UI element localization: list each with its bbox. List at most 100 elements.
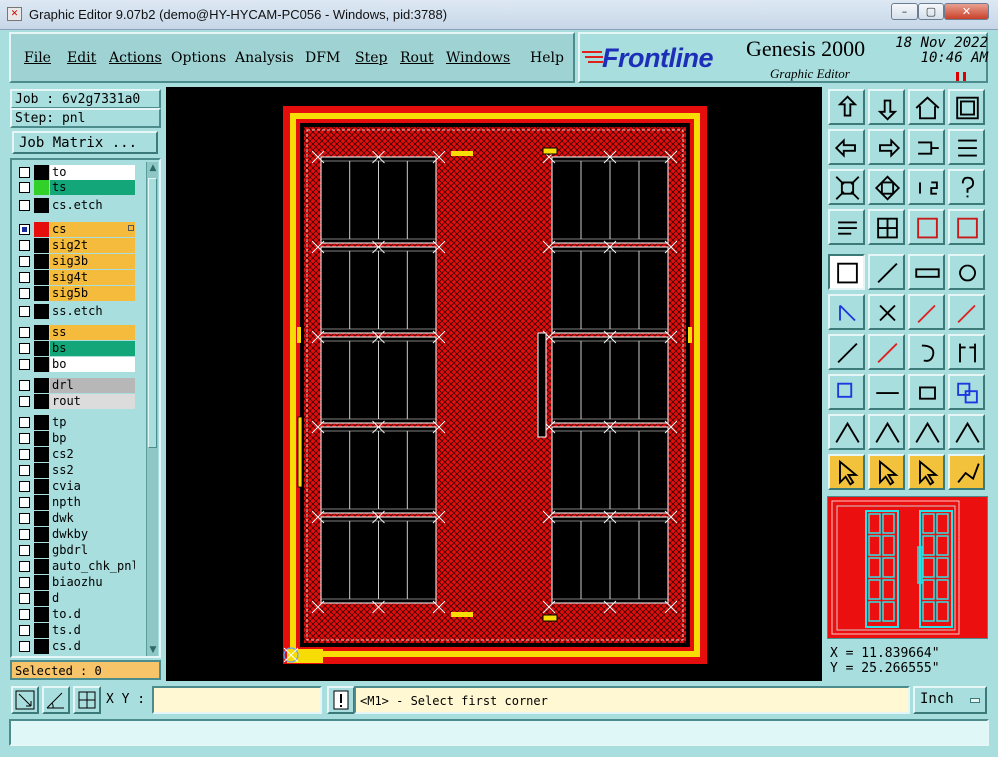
layer-display-checkbox[interactable] (19, 625, 30, 636)
measure-mode-button[interactable] (42, 686, 70, 714)
scroll-up-icon[interactable]: ▲ (147, 162, 159, 174)
layer-display-checkbox[interactable] (19, 449, 30, 460)
menu-rout[interactable]: Rout (400, 50, 434, 66)
menu-file[interactable]: File (24, 50, 51, 66)
layer-color-swatch[interactable] (34, 415, 49, 430)
layer-color-swatch[interactable] (34, 495, 49, 510)
layer-name[interactable]: cs.d (50, 639, 135, 654)
layer-row[interactable]: npth (16, 495, 135, 510)
layer-row[interactable]: drl (16, 378, 135, 393)
tool-pointer-pad-button[interactable] (908, 454, 945, 490)
layer-display-checkbox[interactable] (19, 433, 30, 444)
menu-windows[interactable]: Windows (446, 50, 510, 66)
layer-row[interactable]: cvia (16, 479, 135, 494)
layer-display-checkbox[interactable] (19, 167, 30, 178)
layer-display-checkbox[interactable] (19, 343, 30, 354)
layer-color-swatch[interactable] (34, 479, 49, 494)
tool-measure-ruler-button[interactable] (908, 254, 945, 290)
grid-button[interactable] (73, 686, 101, 714)
layer-color-swatch[interactable] (34, 222, 49, 237)
layer-display-checkbox[interactable] (19, 465, 30, 476)
layer-row[interactable]: ts.d (16, 623, 135, 638)
layer-color-swatch[interactable] (34, 286, 49, 301)
layer-name[interactable]: npth (50, 495, 135, 510)
tool-cut-line-button[interactable] (868, 374, 905, 410)
layer-row[interactable]: gbdrl (16, 543, 135, 558)
layer-row[interactable]: cs (16, 222, 135, 237)
scroll-thumb[interactable] (148, 178, 157, 448)
layer-name[interactable]: cs2 (50, 447, 135, 462)
menu-dfm[interactable]: DFM (305, 50, 340, 66)
layer-name[interactable]: drl (50, 378, 135, 393)
tool-blue-blocks-button[interactable] (948, 374, 985, 410)
layer-color-swatch[interactable] (34, 357, 49, 372)
menu-analysis[interactable]: Analysis (235, 50, 294, 66)
layer-color-swatch[interactable] (34, 463, 49, 478)
layer-color-swatch[interactable] (34, 270, 49, 285)
tool-help-button[interactable] (948, 169, 985, 205)
close-button[interactable]: ✕ (944, 3, 989, 20)
layer-name[interactable]: dwkby (50, 527, 135, 542)
layer-name[interactable]: ts (50, 180, 135, 195)
tool-layer-red-2-button[interactable] (948, 209, 985, 245)
scroll-down-icon[interactable]: ▼ (147, 644, 159, 656)
tool-pad-square-button[interactable] (908, 374, 945, 410)
layer-name[interactable]: cvia (50, 479, 135, 494)
layer-row[interactable]: ss.etch (16, 304, 135, 319)
layer-row[interactable]: to.d (16, 607, 135, 622)
units-dropdown[interactable]: Inch (913, 686, 987, 714)
tool-mirror-button[interactable] (948, 334, 985, 370)
layer-name[interactable]: auto_chk_pnl (50, 559, 135, 574)
layer-display-checkbox[interactable] (19, 593, 30, 604)
layer-name[interactable]: dwk (50, 511, 135, 526)
layer-name[interactable]: ss.etch (50, 304, 135, 319)
layer-display-checkbox[interactable] (19, 306, 30, 317)
tool-pad-round-button[interactable] (948, 254, 985, 290)
layer-display-checkbox[interactable] (19, 380, 30, 391)
maximize-button[interactable]: ▢ (918, 3, 944, 20)
layer-color-swatch[interactable] (34, 607, 49, 622)
xy-input[interactable] (152, 686, 322, 714)
layer-row[interactable]: sig4t (16, 270, 135, 285)
layer-name[interactable]: ts.d (50, 623, 135, 638)
tool-connect-blue-button[interactable] (828, 294, 865, 330)
alert-button[interactable] (327, 686, 355, 714)
layer-display-checkbox[interactable] (19, 417, 30, 428)
tool-snap-grid-button[interactable] (868, 209, 905, 245)
layer-display-checkbox[interactable] (19, 288, 30, 299)
layer-name[interactable]: to.d (50, 607, 135, 622)
tool-triangle-a-button[interactable] (828, 414, 865, 450)
layer-name[interactable]: biaozhu (50, 575, 135, 590)
graphic-canvas[interactable] (166, 87, 822, 681)
tool-line-red-button[interactable] (868, 334, 905, 370)
menu-options[interactable]: Options (171, 50, 226, 66)
layer-name[interactable]: d (50, 591, 135, 606)
layer-display-checkbox[interactable] (19, 396, 30, 407)
layer-color-swatch[interactable] (34, 325, 49, 340)
job-matrix-button[interactable]: Job Matrix ... (12, 131, 158, 154)
layer-color-swatch[interactable] (34, 165, 49, 180)
layer-display-checkbox[interactable] (19, 641, 30, 652)
layer-row[interactable]: sig5b (16, 286, 135, 301)
layer-name[interactable]: sig2t (50, 238, 135, 253)
layer-color-swatch[interactable] (34, 304, 49, 319)
layer-name[interactable]: sig5b (50, 286, 135, 301)
tool-snap-points-button[interactable] (948, 454, 985, 490)
snap-mode-button[interactable] (11, 686, 39, 714)
layer-row[interactable]: bs (16, 341, 135, 356)
tool-rotate-button[interactable] (908, 334, 945, 370)
layer-color-swatch[interactable] (34, 623, 49, 638)
tool-redraw-button[interactable] (948, 129, 985, 165)
tool-zoom-fit-button[interactable] (828, 169, 865, 205)
layer-name[interactable]: rout (50, 394, 135, 409)
layer-row[interactable]: ss (16, 325, 135, 340)
tool-move-arrow-button[interactable] (908, 294, 945, 330)
layer-color-swatch[interactable] (34, 543, 49, 558)
layer-display-checkbox[interactable] (19, 497, 30, 508)
layer-row[interactable]: bo (16, 357, 135, 372)
tool-add-pad-button[interactable] (948, 294, 985, 330)
layer-display-checkbox[interactable] (19, 240, 30, 251)
layer-display-checkbox[interactable] (19, 182, 30, 193)
layer-display-checkbox[interactable] (19, 561, 30, 572)
tool-settings-button[interactable] (828, 209, 865, 245)
